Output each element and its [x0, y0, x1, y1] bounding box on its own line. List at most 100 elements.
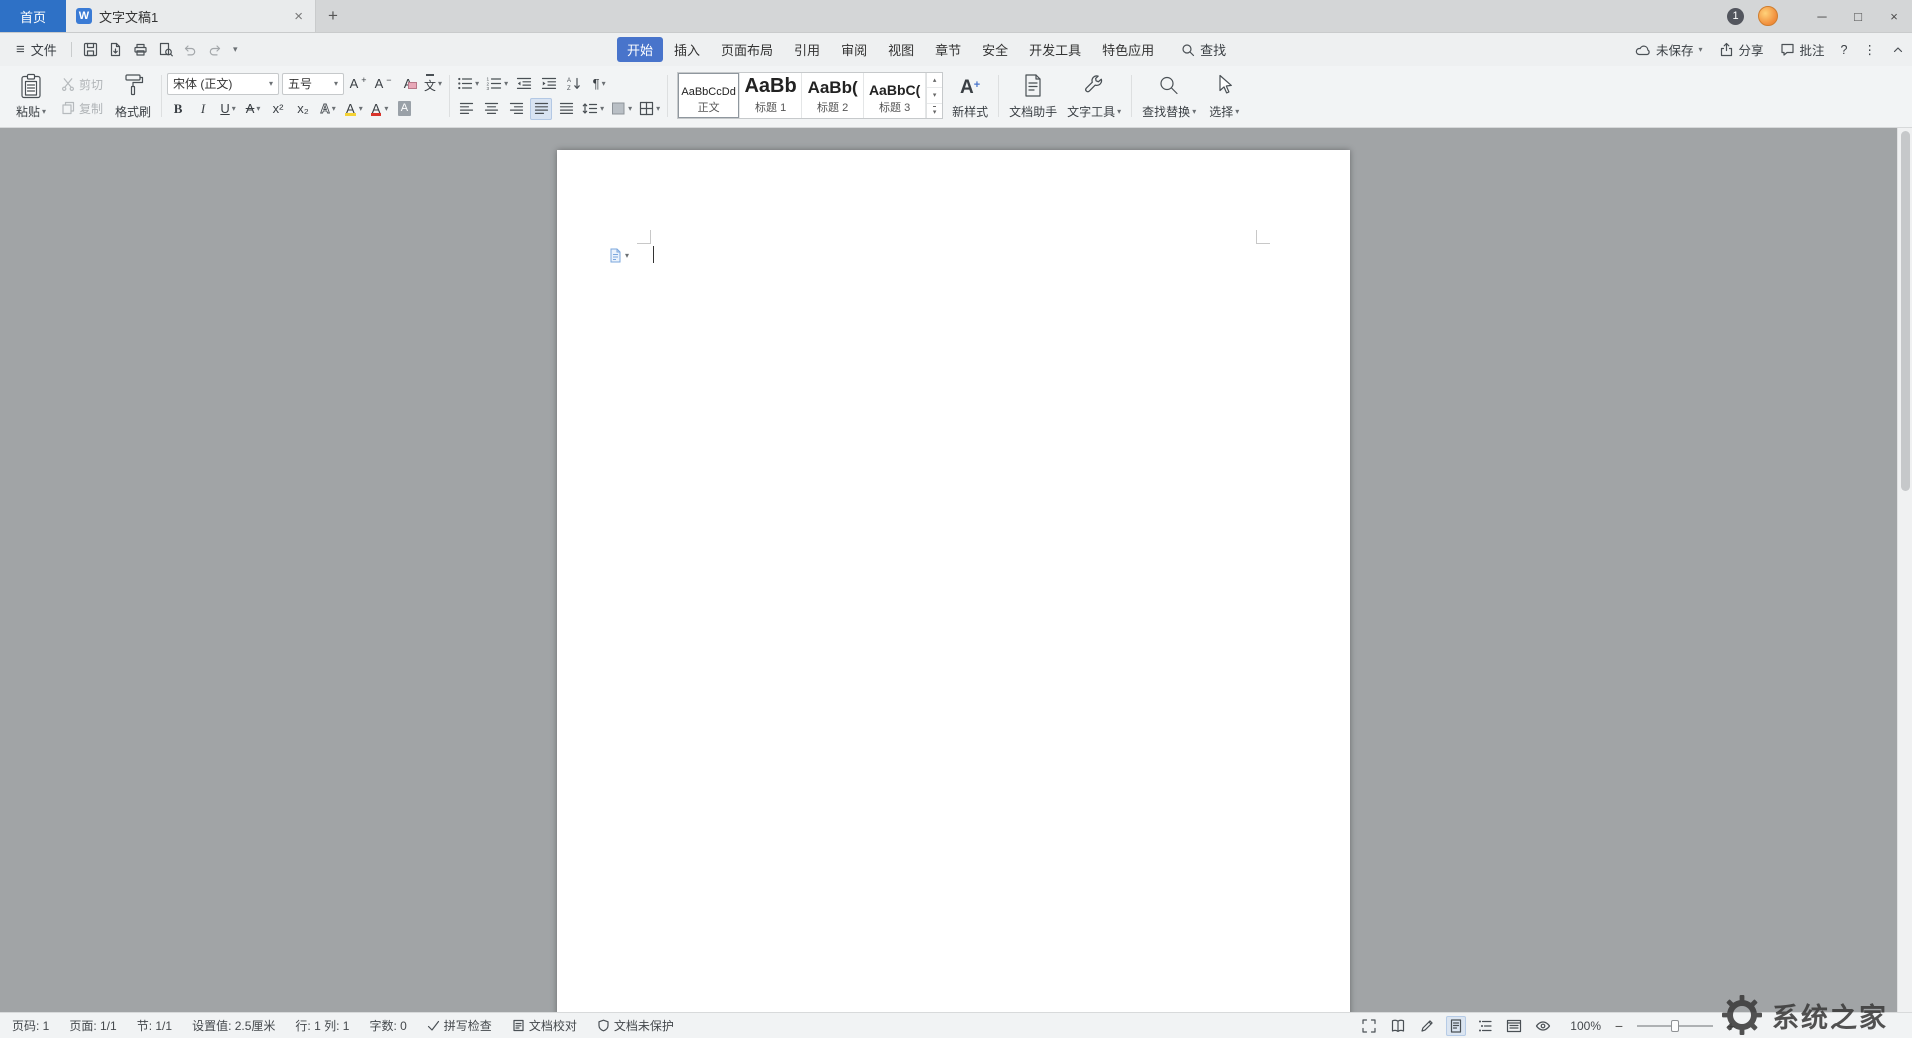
- tab-insert[interactable]: 插入: [664, 37, 710, 62]
- file-menu-button[interactable]: ≡ 文件: [8, 33, 65, 66]
- zoom-slider[interactable]: [1637, 1017, 1713, 1035]
- style-gallery-more-button[interactable]: ▾: [927, 104, 942, 118]
- document-area[interactable]: ▾: [0, 128, 1912, 1012]
- font-color-button[interactable]: A▾: [368, 98, 391, 120]
- redo-button[interactable]: [203, 38, 228, 62]
- copy-button[interactable]: 复制: [56, 98, 108, 119]
- tab-security[interactable]: 安全: [972, 37, 1018, 62]
- spell-check-status[interactable]: 拼写检查: [427, 1017, 492, 1034]
- doc-assistant-button[interactable]: 文档助手: [1004, 68, 1062, 124]
- comment-button[interactable]: 批注: [1780, 40, 1825, 59]
- style-normal[interactable]: AaBbCcDd 正文: [678, 73, 740, 118]
- tab-home[interactable]: 开始: [617, 37, 663, 62]
- undo-button[interactable]: [178, 38, 203, 62]
- character-shading-button[interactable]: A: [393, 98, 415, 120]
- shading-button[interactable]: ▾: [609, 98, 634, 120]
- print-layout-button[interactable]: [1446, 1016, 1466, 1036]
- zoom-percentage[interactable]: 100%: [1570, 1019, 1601, 1033]
- notification-badge[interactable]: 1: [1727, 8, 1744, 25]
- close-button[interactable]: ×: [1876, 0, 1912, 32]
- superscript-button[interactable]: x²: [267, 98, 289, 120]
- borders-button[interactable]: ▾: [637, 98, 662, 120]
- bullet-list-button[interactable]: ▾: [455, 73, 481, 95]
- status-page-count[interactable]: 页面: 1/1: [69, 1017, 116, 1034]
- text-tools-button[interactable]: 文字工具▾: [1062, 68, 1126, 124]
- highlight-color-button[interactable]: A▾: [342, 98, 365, 120]
- align-center-button[interactable]: [480, 98, 502, 120]
- line-spacing-button[interactable]: ▾: [580, 98, 606, 120]
- status-word-count[interactable]: 字数: 0: [369, 1017, 406, 1034]
- paste-button[interactable]: 粘贴▾: [8, 68, 54, 124]
- print-button[interactable]: [128, 38, 153, 62]
- style-gallery-down-button[interactable]: ▾: [927, 88, 942, 103]
- web-layout-button[interactable]: [1504, 1016, 1524, 1036]
- increase-font-size-button[interactable]: A+: [347, 73, 369, 95]
- select-button[interactable]: 选择▾: [1201, 68, 1247, 124]
- cut-button[interactable]: 剪切: [56, 74, 108, 95]
- underline-button[interactable]: U▾: [217, 98, 239, 120]
- read-layout-button[interactable]: [1388, 1016, 1408, 1036]
- tab-review[interactable]: 审阅: [831, 37, 877, 62]
- doc-protection-status[interactable]: 文档未保护: [597, 1017, 674, 1034]
- show-formatting-marks-button[interactable]: ¶ ▾: [588, 73, 610, 95]
- tab-special-features[interactable]: 特色应用: [1092, 37, 1164, 62]
- scrollbar-thumb[interactable]: [1901, 131, 1910, 491]
- ink-mode-button[interactable]: [1417, 1016, 1437, 1036]
- doc-proofing-status[interactable]: 文档校对: [512, 1017, 577, 1034]
- document-smart-tag[interactable]: ▾: [609, 248, 629, 263]
- tab-dev-tools[interactable]: 开发工具: [1019, 37, 1091, 62]
- format-painter-button[interactable]: 格式刷: [110, 68, 156, 124]
- document-tab[interactable]: W 文字文稿1 ×: [66, 0, 316, 32]
- tab-references[interactable]: 引用: [784, 37, 830, 62]
- zoom-slider-thumb[interactable]: [1671, 1020, 1679, 1032]
- save-status-button[interactable]: 未保存 ▾: [1635, 40, 1703, 59]
- decrease-indent-button[interactable]: [513, 73, 535, 95]
- new-style-button[interactable]: A+ 新样式: [947, 68, 993, 124]
- justify-button[interactable]: [530, 98, 552, 120]
- vertical-scrollbar[interactable]: [1897, 128, 1912, 1012]
- clear-formatting-button[interactable]: A: [397, 73, 419, 95]
- user-avatar[interactable]: [1758, 6, 1778, 26]
- zoom-out-button[interactable]: −: [1610, 1017, 1628, 1035]
- font-name-select[interactable]: 宋体 (正文) ▾: [167, 73, 279, 95]
- save-button[interactable]: [78, 38, 103, 62]
- maximize-button[interactable]: □: [1840, 0, 1876, 32]
- align-left-button[interactable]: [455, 98, 477, 120]
- fullscreen-button[interactable]: [1359, 1016, 1379, 1036]
- italic-button[interactable]: I: [192, 98, 214, 120]
- tab-view[interactable]: 视图: [878, 37, 924, 62]
- new-tab-button[interactable]: +: [316, 0, 350, 32]
- align-right-button[interactable]: [505, 98, 527, 120]
- style-heading2[interactable]: AaBb( 标题 2: [802, 73, 864, 118]
- outline-view-button[interactable]: [1475, 1016, 1495, 1036]
- home-tab[interactable]: 首页: [0, 0, 66, 32]
- bold-button[interactable]: B: [167, 98, 189, 120]
- increase-indent-button[interactable]: [538, 73, 560, 95]
- status-margin-setting[interactable]: 设置值: 2.5厘米: [192, 1017, 275, 1034]
- style-heading1[interactable]: AaBb 标题 1: [740, 73, 802, 118]
- tab-page-layout[interactable]: 页面布局: [711, 37, 783, 62]
- export-pdf-button[interactable]: [103, 38, 128, 62]
- style-heading3[interactable]: AaBbC( 标题 3: [864, 73, 926, 118]
- customize-toolbar-dropdown[interactable]: ▾: [228, 38, 243, 62]
- share-button[interactable]: 分享: [1719, 40, 1764, 59]
- subscript-button[interactable]: x₂: [292, 98, 314, 120]
- collapse-ribbon-button[interactable]: [1892, 44, 1904, 56]
- tab-close-icon[interactable]: ×: [292, 8, 305, 25]
- decrease-font-size-button[interactable]: A−: [372, 73, 394, 95]
- style-gallery-up-button[interactable]: ▴: [927, 73, 942, 88]
- help-button[interactable]: ?: [1841, 43, 1848, 57]
- font-size-select[interactable]: 五号 ▾: [282, 73, 344, 95]
- minimize-button[interactable]: ─: [1804, 0, 1840, 32]
- search-button[interactable]: 查找: [1181, 40, 1226, 59]
- document-page[interactable]: ▾: [557, 150, 1350, 1012]
- strikethrough-button[interactable]: A▾: [242, 98, 264, 120]
- eye-protection-button[interactable]: [1533, 1016, 1553, 1036]
- distribute-button[interactable]: [555, 98, 577, 120]
- print-preview-button[interactable]: [153, 38, 178, 62]
- numbering-button[interactable]: 123 ▾: [484, 73, 510, 95]
- text-effects-button[interactable]: A▾: [317, 98, 339, 120]
- pinyin-guide-button[interactable]: 文▾: [422, 73, 444, 95]
- sort-button[interactable]: AZ: [563, 73, 585, 95]
- tab-section[interactable]: 章节: [925, 37, 971, 62]
